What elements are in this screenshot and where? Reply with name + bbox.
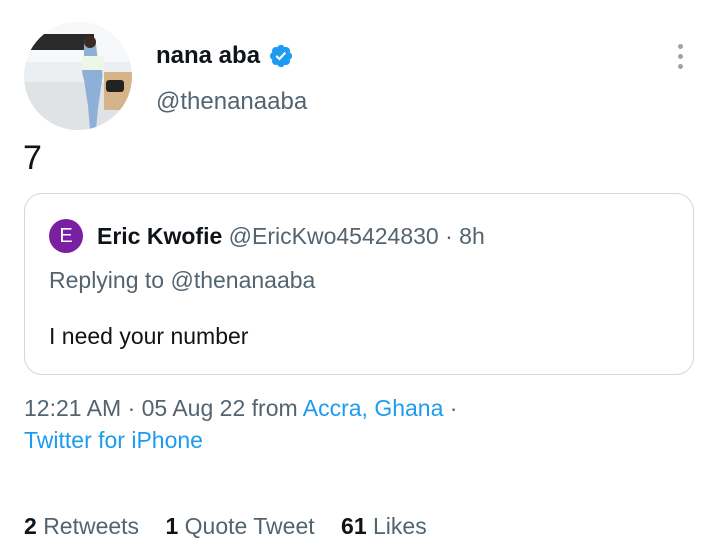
author-name-row[interactable]: nana aba [156, 41, 294, 71]
verified-badge-icon [269, 44, 293, 68]
quoted-tweet-text: I need your number [49, 323, 249, 349]
author-handle[interactable]: @thenanaaba [156, 87, 307, 117]
likes-count: 61 [341, 513, 367, 539]
tweet-stats: 2 Retweets 1 Quote Tweet 61 Likes [24, 511, 447, 541]
quoted-author-handle[interactable]: @EricKwo45424830 [229, 223, 439, 249]
replying-to-handle[interactable]: @thenanaaba [170, 267, 315, 293]
quoted-author-name[interactable]: Eric Kwofie [97, 223, 222, 249]
from-label: from [251, 395, 298, 421]
likes-stat[interactable]: 61 Likes [341, 513, 427, 539]
quoted-tweet-card[interactable]: E Eric Kwofie @EricKwo45424830 · 8h Repl… [24, 193, 694, 375]
replying-to-line: Replying to @thenanaaba [49, 266, 315, 294]
author-avatar[interactable] [24, 22, 132, 130]
tweet-time[interactable]: 12:21 AM [24, 395, 121, 421]
more-options-icon[interactable] [664, 40, 696, 72]
likes-label: Likes [373, 513, 427, 539]
source-link[interactable]: Twitter for iPhone [24, 427, 203, 453]
quotes-label: Quote Tweet [184, 513, 315, 539]
tweet-source-line: Twitter for iPhone [24, 425, 203, 455]
author-display-name[interactable]: nana aba [156, 41, 260, 71]
tweet-date[interactable]: 05 Aug 22 [142, 395, 246, 421]
more-dot [677, 43, 683, 49]
tweet-meta: 12:21 AM · 05 Aug 22 from Accra, Ghana · [24, 393, 457, 423]
more-dot [677, 63, 683, 69]
retweets-stat[interactable]: 2 Retweets [24, 513, 139, 539]
replying-to-prefix: Replying to [49, 267, 171, 293]
quoted-author-avatar[interactable]: E [49, 219, 83, 253]
header-separator: · [445, 223, 453, 249]
more-dot [677, 53, 683, 59]
meta-separator: · [127, 395, 136, 421]
quoted-tweet-header: Eric Kwofie @EricKwo45424830 · 8h [97, 222, 485, 250]
quote-tweets-stat[interactable]: 1 Quote Tweet [165, 513, 314, 539]
tweet-text: 7 [23, 139, 42, 177]
quotes-count: 1 [165, 513, 179, 539]
location-link[interactable]: Accra, Ghana [303, 395, 444, 421]
retweets-count: 2 [24, 513, 37, 539]
quoted-tweet-time[interactable]: 8h [459, 223, 485, 249]
author-photo [24, 22, 132, 130]
meta-separator-2: · [449, 395, 458, 421]
retweets-label: Retweets [43, 513, 140, 539]
